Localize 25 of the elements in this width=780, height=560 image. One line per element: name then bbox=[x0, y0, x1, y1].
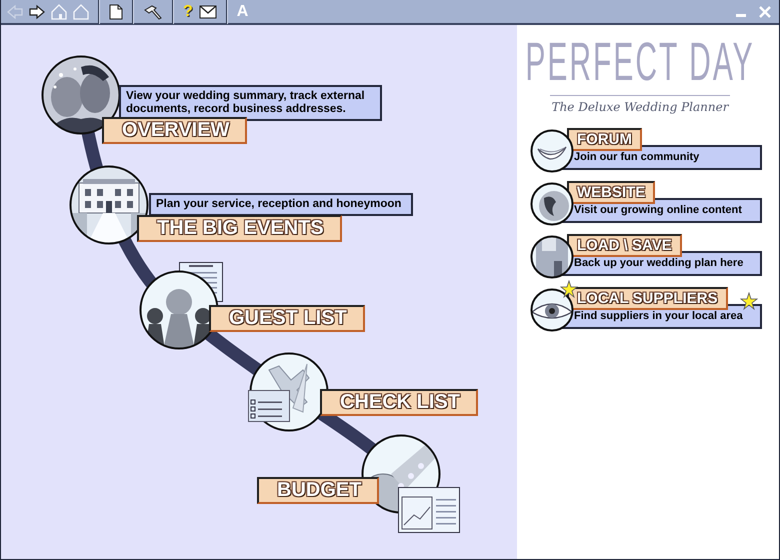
step-button[interactable]: CHECK LIST bbox=[320, 389, 478, 416]
smile-icon[interactable] bbox=[530, 129, 574, 173]
link-button[interactable]: WEBSITE bbox=[567, 181, 656, 204]
envelope-icon[interactable] bbox=[198, 4, 217, 18]
document-icon[interactable] bbox=[109, 4, 123, 20]
chart-sheet-icon bbox=[398, 487, 460, 533]
checklist-icon bbox=[248, 390, 290, 422]
floppy-icon[interactable] bbox=[530, 235, 574, 279]
link-button[interactable]: LOAD \ SAVE bbox=[567, 234, 682, 257]
tagline: The Deluxe Wedding Planner bbox=[552, 100, 728, 114]
link-button[interactable]: LOCAL SUPPLIERS bbox=[567, 287, 728, 310]
forward-arrow-icon[interactable] bbox=[29, 4, 45, 20]
globe-icon[interactable] bbox=[530, 182, 574, 226]
font-icon[interactable]: A bbox=[236, 4, 248, 20]
step-button[interactable]: GUEST LIST bbox=[209, 305, 365, 332]
link-button[interactable]: FORUM bbox=[567, 128, 642, 151]
eye-icon[interactable] bbox=[530, 288, 574, 332]
step-button[interactable]: THE BIG EVENTS bbox=[137, 215, 342, 242]
step-description: View your wedding summary, track external documents, record business addresses. bbox=[119, 85, 382, 121]
help-icon[interactable]: ? bbox=[183, 4, 193, 20]
step-description: Plan your service, reception and honeymoon bbox=[149, 193, 413, 216]
logo-title: PERFECT DAY bbox=[525, 33, 755, 94]
hammer-icon[interactable] bbox=[143, 4, 163, 20]
step-button[interactable]: BUDGET bbox=[257, 477, 380, 504]
step-button[interactable]: OVERVIEW bbox=[102, 117, 248, 144]
